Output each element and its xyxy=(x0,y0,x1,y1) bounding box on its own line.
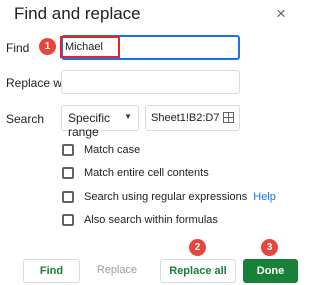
search-scope-value: Specific range xyxy=(68,111,111,139)
option-label: Search using regular expressions xyxy=(84,191,248,203)
replace-button[interactable]: Replace xyxy=(92,259,142,283)
option-label: Match case xyxy=(84,144,141,156)
dialog-title: Find and replace xyxy=(14,4,141,23)
option-match-case[interactable]: Match case xyxy=(62,144,140,156)
option-label: Match entire cell contents xyxy=(84,167,209,179)
search-label: Search xyxy=(6,112,45,126)
done-button[interactable]: Done xyxy=(243,259,298,283)
help-link[interactable]: Help xyxy=(253,191,276,203)
option-match-entire-cell[interactable]: Match entire cell contents xyxy=(62,167,209,179)
find-label: Find xyxy=(6,41,30,55)
find-button[interactable]: Find xyxy=(23,259,80,283)
checkbox[interactable] xyxy=(62,167,74,179)
close-icon[interactable]: × xyxy=(276,4,286,24)
option-label: Also search within formulas xyxy=(84,214,218,226)
checkbox[interactable] xyxy=(62,191,74,203)
option-within-formulas[interactable]: Also search within formulas xyxy=(62,214,218,226)
grid-select-icon[interactable] xyxy=(223,112,234,123)
checkbox[interactable] xyxy=(62,214,74,226)
checkbox[interactable] xyxy=(62,144,74,156)
dropdown-arrow-icon: ▼ xyxy=(124,112,132,121)
range-input[interactable]: Sheet1!B2:D7 xyxy=(145,105,240,131)
annotation-badge-1: 1 xyxy=(39,38,56,55)
replace-input[interactable] xyxy=(61,70,240,94)
find-input-value: Michael xyxy=(60,36,120,58)
annotation-badge-3: 3 xyxy=(261,239,278,256)
option-regex[interactable]: Search using regular expressions Help xyxy=(62,191,276,203)
replace-all-button[interactable]: Replace all xyxy=(160,259,236,283)
search-scope-select[interactable]: Specific range ▼ xyxy=(61,105,139,139)
range-value: Sheet1!B2:D7 xyxy=(151,112,220,124)
annotation-badge-2: 2 xyxy=(189,239,206,256)
